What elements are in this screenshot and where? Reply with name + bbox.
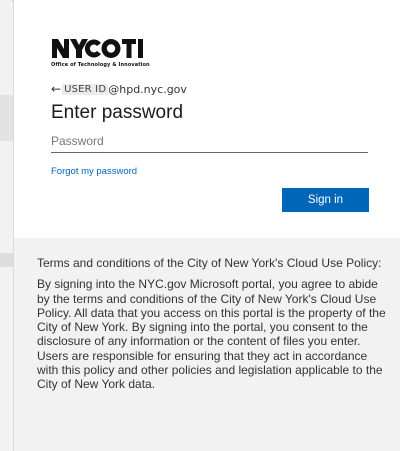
- forgot-password-link[interactable]: Forgot my password: [51, 166, 137, 177]
- terms-heading: Terms and conditions of the City of New …: [37, 256, 382, 270]
- terms-body: By signing into the NYC.gov Microsoft po…: [37, 277, 386, 392]
- email-domain-text: @hpd.nyc.gov: [108, 82, 187, 96]
- sign-in-button[interactable]: Sign in: [282, 188, 369, 212]
- page-title: Enter password: [51, 102, 184, 123]
- back-arrow-icon[interactable]: ←: [51, 82, 61, 96]
- terms-panel: Terms and conditions of the City of New …: [13, 238, 400, 451]
- logo-caption: Office of Technology & Innovation: [51, 62, 150, 68]
- user-id-text: USER ID: [62, 83, 109, 95]
- background-panel-edge: [0, 253, 13, 267]
- background-panel-edge: [0, 95, 13, 141]
- password-input[interactable]: [51, 130, 368, 153]
- background-left-strip: [0, 0, 13, 451]
- account-identifier-row: ← USER ID @hpd.nyc.gov: [51, 81, 187, 97]
- nyc-oti-logo: [51, 34, 171, 64]
